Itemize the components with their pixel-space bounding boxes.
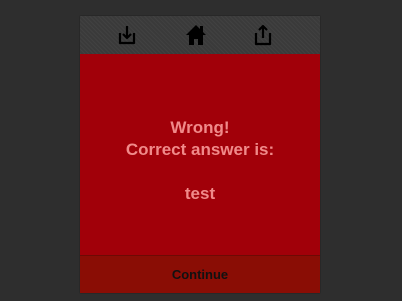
top-toolbar	[80, 16, 320, 54]
download-icon	[116, 23, 138, 47]
quiz-result-panel: Wrong! Correct answer is: test Continue	[80, 16, 320, 293]
home-icon	[185, 23, 207, 47]
home-button[interactable]	[184, 22, 208, 48]
share-icon	[252, 23, 274, 47]
result-content: Wrong! Correct answer is: test	[80, 54, 320, 255]
share-button[interactable]	[251, 22, 275, 48]
correct-answer-label: Correct answer is:	[125, 140, 275, 159]
download-button[interactable]	[115, 22, 139, 48]
result-heading: Wrong!	[170, 118, 230, 137]
continue-button[interactable]: Continue	[80, 255, 320, 293]
continue-label: Continue	[171, 267, 229, 282]
correct-answer-value: test	[184, 184, 216, 203]
